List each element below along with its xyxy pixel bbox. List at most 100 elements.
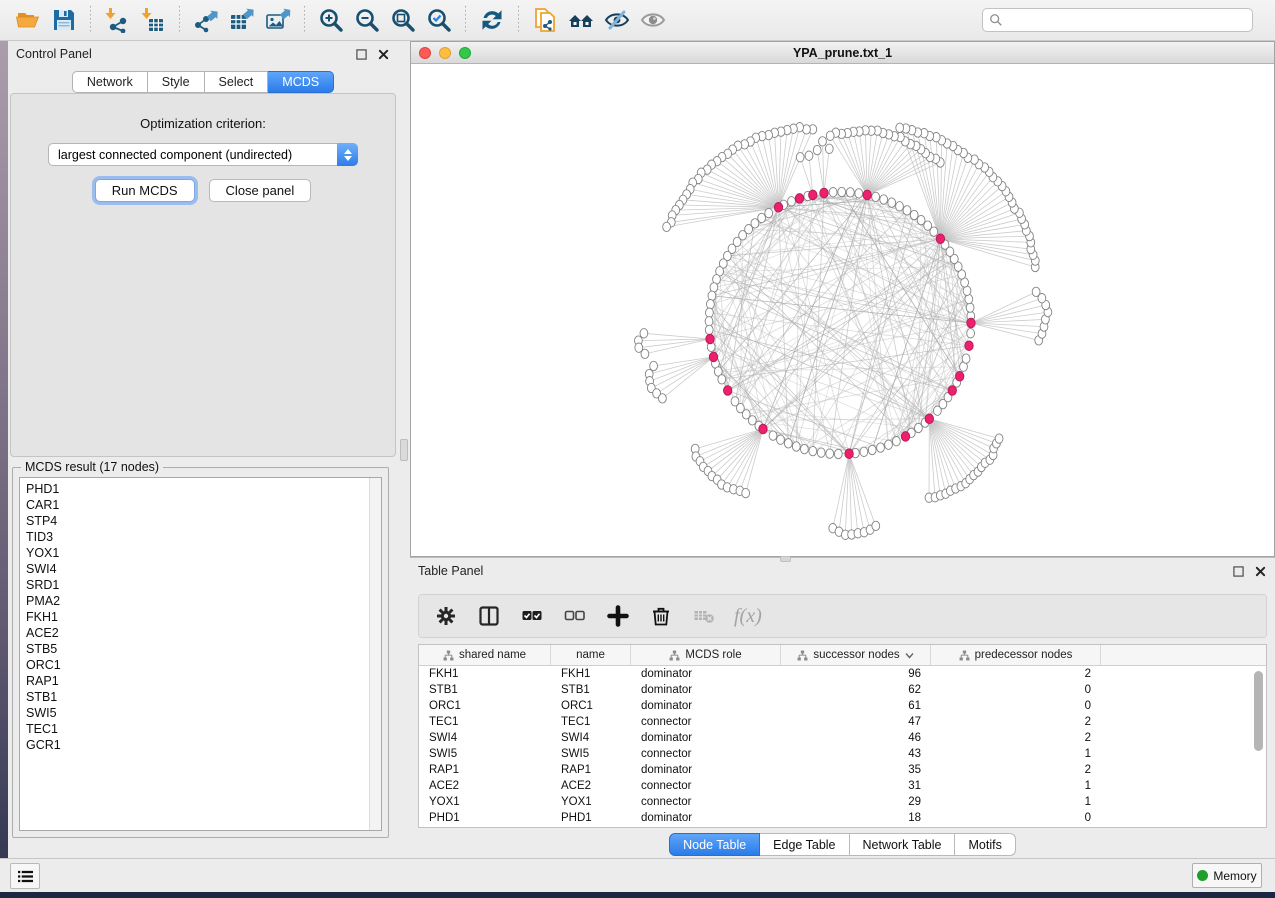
network-node[interactable]	[817, 448, 825, 457]
table-row[interactable]: TEC1TEC1connector472	[419, 714, 1266, 730]
save-session-button[interactable]	[46, 3, 82, 37]
tab-node-table[interactable]: Node Table	[669, 833, 760, 856]
duplicate-network-button[interactable]	[527, 3, 563, 37]
delete-table-button[interactable]	[691, 603, 717, 629]
result-list-item[interactable]: STB1	[26, 689, 381, 705]
export-network-button[interactable]	[188, 3, 224, 37]
network-node[interactable]	[910, 210, 918, 219]
import-table-button[interactable]	[135, 3, 171, 37]
network-node[interactable]	[792, 442, 800, 451]
result-list-item[interactable]: YOX1	[26, 545, 381, 561]
result-list-item[interactable]: RAP1	[26, 673, 381, 689]
network-node[interactable]	[860, 447, 868, 456]
network-node[interactable]	[805, 151, 813, 160]
hide-selected-button[interactable]	[599, 3, 635, 37]
mcds-node[interactable]	[948, 386, 956, 396]
result-list-item[interactable]: SWI5	[26, 705, 381, 721]
mcds-node[interactable]	[901, 432, 909, 442]
result-scrollbar[interactable]	[369, 478, 381, 830]
network-node[interactable]	[706, 308, 714, 317]
tab-style[interactable]: Style	[148, 71, 205, 93]
mcds-node[interactable]	[724, 386, 732, 396]
close-panel-icon[interactable]	[1254, 565, 1267, 578]
network-node[interactable]	[796, 153, 804, 162]
network-node[interactable]	[710, 283, 718, 292]
network-node[interactable]	[855, 189, 863, 198]
network-node[interactable]	[769, 431, 777, 440]
network-node[interactable]	[708, 291, 716, 300]
zoom-selected-button[interactable]	[421, 3, 457, 37]
network-node[interactable]	[903, 206, 911, 215]
mcds-node[interactable]	[936, 234, 944, 244]
maximize-window-icon[interactable]	[459, 47, 471, 59]
delete-entries-button[interactable]	[648, 603, 674, 629]
horizontal-splitter-handle[interactable]	[780, 556, 791, 562]
mcds-node[interactable]	[925, 414, 933, 424]
tab-network-table[interactable]: Network Table	[850, 833, 956, 856]
first-neighbors-button[interactable]	[563, 3, 599, 37]
network-node[interactable]	[705, 325, 713, 334]
network-node[interactable]	[872, 521, 880, 530]
network-node[interactable]	[834, 449, 842, 458]
column-header-successor-nodes[interactable]: successor nodes	[781, 645, 931, 665]
network-node[interactable]	[707, 300, 715, 309]
network-node[interactable]	[868, 445, 876, 454]
table-row[interactable]: SWI5SWI5connector431	[419, 746, 1266, 762]
function-builder-button[interactable]: f(x)	[734, 605, 762, 628]
column-header-predecessor-nodes[interactable]: predecessor nodes	[931, 645, 1101, 665]
tab-network[interactable]: Network	[72, 71, 148, 93]
close-panel-button[interactable]: Close panel	[209, 179, 312, 202]
mcds-node[interactable]	[774, 203, 782, 213]
table-row[interactable]: YOX1YOX1connector291	[419, 794, 1266, 810]
column-header-name[interactable]: name	[551, 645, 631, 665]
mcds-node[interactable]	[845, 449, 853, 459]
task-history-button[interactable]	[10, 863, 40, 889]
mcds-node[interactable]	[706, 334, 714, 344]
network-node[interactable]	[846, 188, 854, 197]
result-list-item[interactable]: TEC1	[26, 721, 381, 737]
table-row[interactable]: PHD1PHD1dominator180	[419, 810, 1266, 826]
network-node[interactable]	[705, 317, 713, 326]
network-node[interactable]	[777, 435, 785, 444]
export-table-button[interactable]	[224, 3, 260, 37]
tab-motifs[interactable]: Motifs	[955, 833, 1015, 856]
vertical-splitter[interactable]	[398, 41, 410, 858]
optimization-criterion-select[interactable]: largest connected component (undirected)	[48, 143, 358, 166]
network-node[interactable]	[885, 440, 893, 449]
mcds-node[interactable]	[967, 318, 975, 328]
minimize-window-icon[interactable]	[439, 47, 451, 59]
mcds-node[interactable]	[820, 188, 828, 198]
result-list-item[interactable]: CAR1	[26, 497, 381, 513]
network-node[interactable]	[995, 434, 1003, 443]
tab-select[interactable]: Select	[205, 71, 269, 93]
table-row[interactable]: SWI4SWI4dominator462	[419, 730, 1266, 746]
mcds-node[interactable]	[956, 372, 964, 382]
network-node[interactable]	[742, 488, 750, 497]
network-node[interactable]	[962, 354, 970, 363]
network-node[interactable]	[838, 187, 846, 196]
network-node[interactable]	[1032, 287, 1040, 296]
close-panel-icon[interactable]	[377, 48, 390, 61]
table-row[interactable]: STB1STB1dominator620	[419, 682, 1266, 698]
mcds-node[interactable]	[759, 424, 767, 434]
export-image-button[interactable]	[260, 3, 296, 37]
network-node[interactable]	[880, 195, 888, 204]
scrollbar-thumb[interactable]	[1254, 671, 1263, 751]
table-row[interactable]: FKH1FKH1dominator962	[419, 666, 1266, 682]
open-file-button[interactable]	[10, 3, 46, 37]
network-node[interactable]	[896, 123, 904, 132]
network-node[interactable]	[813, 145, 821, 154]
zoom-out-button[interactable]	[349, 3, 385, 37]
float-panel-icon[interactable]	[355, 48, 368, 61]
close-window-icon[interactable]	[419, 47, 431, 59]
result-list-item[interactable]: STB5	[26, 641, 381, 657]
network-node[interactable]	[819, 137, 827, 146]
network-node[interactable]	[825, 144, 833, 153]
network-node[interactable]	[826, 449, 834, 458]
network-node[interactable]	[650, 361, 658, 370]
table-settings-button[interactable]	[433, 603, 459, 629]
deselect-all-button[interactable]	[562, 603, 588, 629]
mcds-node[interactable]	[965, 341, 973, 351]
zoom-in-button[interactable]	[313, 3, 349, 37]
network-node[interactable]	[809, 446, 817, 455]
